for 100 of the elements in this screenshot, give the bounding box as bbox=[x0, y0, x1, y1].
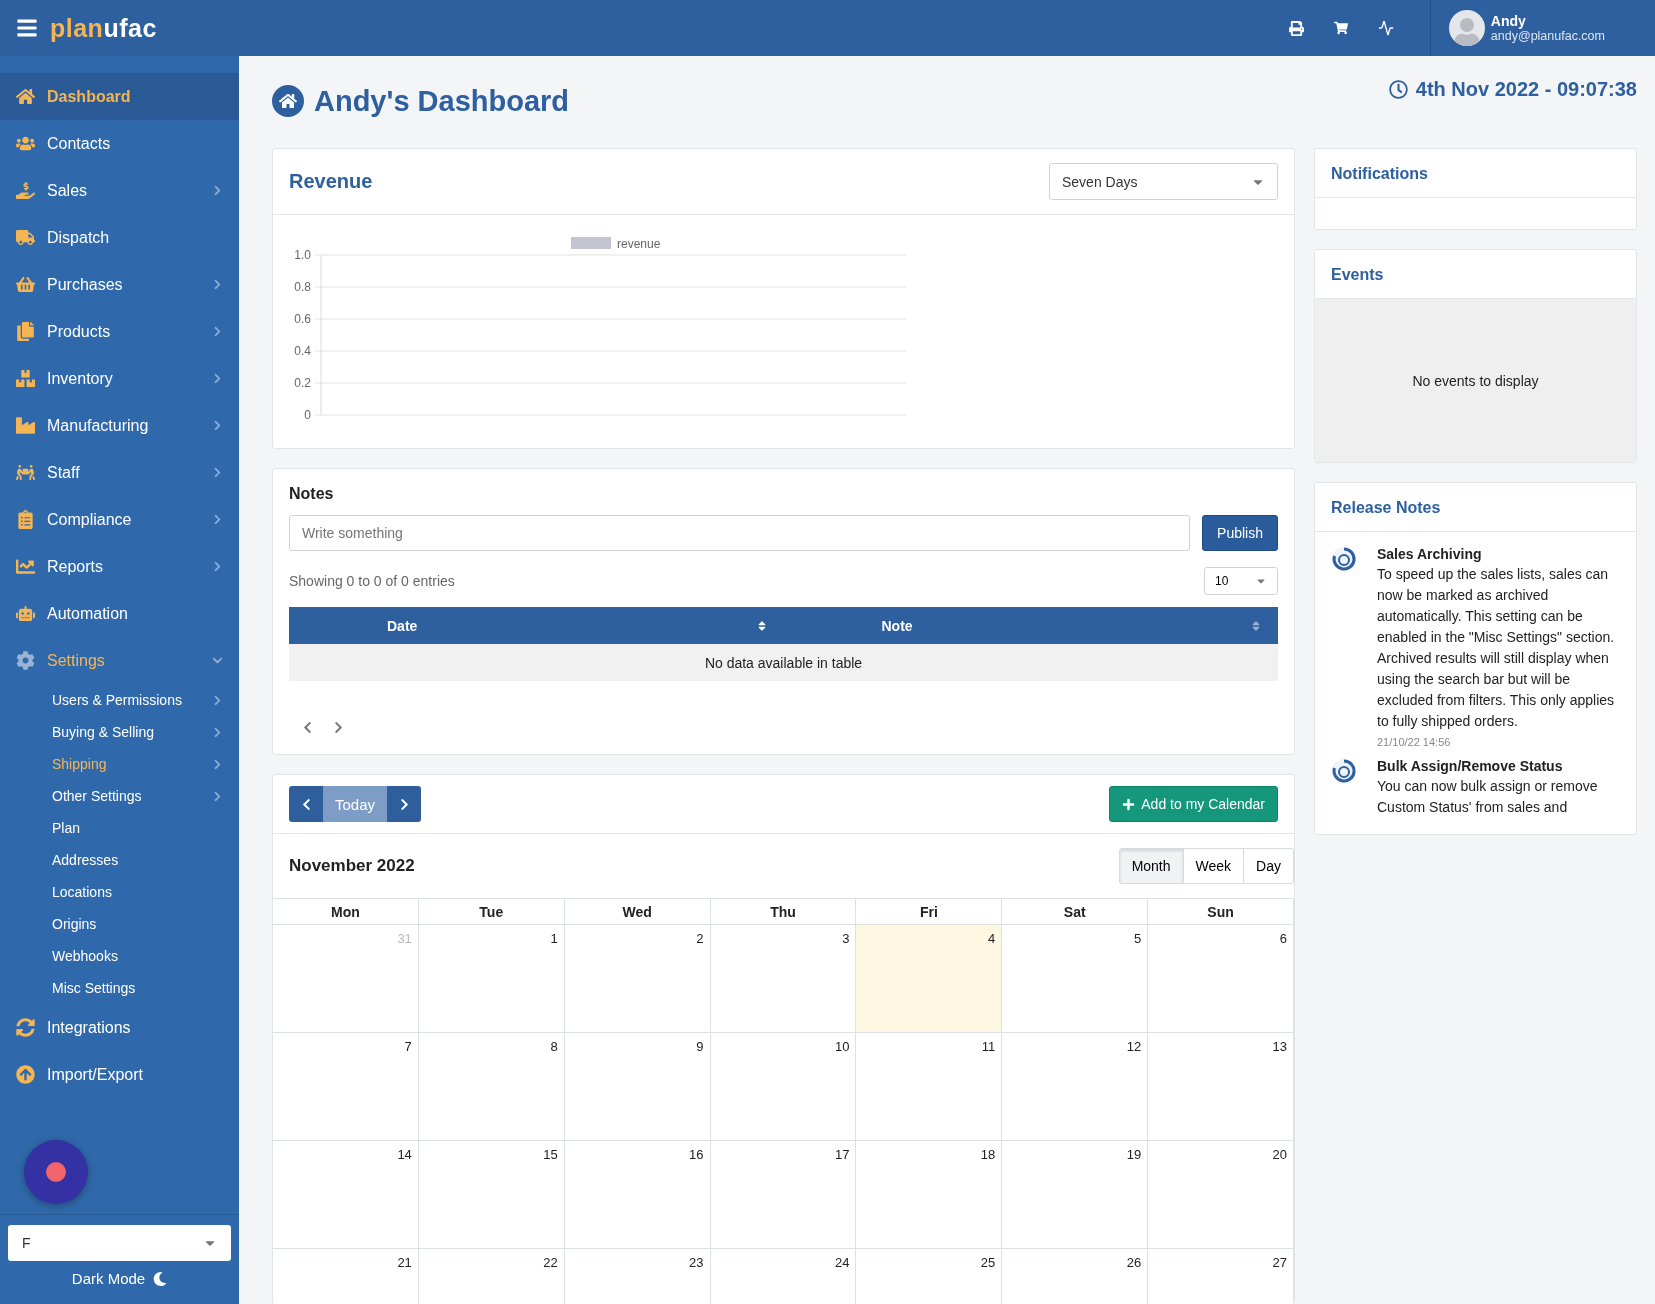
sidebar-item[interactable]: Inventory bbox=[0, 355, 239, 402]
day-number: 1 bbox=[550, 931, 558, 946]
sidebar-item[interactable]: Manufacturing bbox=[0, 402, 239, 449]
day-cell[interactable]: 3 bbox=[710, 925, 857, 1033]
day-cell[interactable]: 10 bbox=[710, 1033, 857, 1141]
day-cell[interactable]: 15 bbox=[418, 1141, 565, 1249]
previous-button[interactable] bbox=[289, 786, 323, 822]
day-cell[interactable]: 4 bbox=[856, 925, 1003, 1033]
pulse-icon[interactable] bbox=[1377, 20, 1394, 36]
sidebar-subitem[interactable]: Misc Settings bbox=[0, 972, 239, 1004]
release-note-date: 21/10/22 14:56 bbox=[1377, 736, 1452, 748]
day-number: 22 bbox=[543, 1255, 558, 1270]
sidebar-subitem[interactable]: Origins bbox=[0, 908, 239, 940]
column-header[interactable]: Date bbox=[387, 617, 418, 634]
sidebar-subitem[interactable]: Locations bbox=[0, 876, 239, 908]
day-number: 14 bbox=[397, 1147, 412, 1162]
day-cell[interactable]: 11 bbox=[856, 1033, 1003, 1141]
sidebar-subitem[interactable]: Webhooks bbox=[0, 940, 239, 972]
select-field[interactable]: F bbox=[8, 1225, 231, 1261]
user-name: Andy bbox=[1490, 13, 1527, 29]
chevron-right-icon bbox=[332, 721, 345, 734]
day-cell[interactable]: 16 bbox=[564, 1141, 711, 1249]
chevron-right-icon bbox=[212, 279, 223, 290]
menu-button[interactable] bbox=[16, 17, 38, 39]
sidebar-item[interactable]: Products bbox=[0, 308, 239, 355]
day-cell[interactable]: 13 bbox=[1148, 1033, 1294, 1141]
day-cell[interactable]: 6 bbox=[1148, 925, 1294, 1033]
upload-icon bbox=[16, 1065, 35, 1084]
sidebar-item[interactable]: Contacts bbox=[0, 120, 239, 167]
day-cell[interactable]: 9 bbox=[564, 1033, 711, 1141]
sidebar-item[interactable]: Dashboard bbox=[0, 73, 239, 120]
day-cell[interactable]: 2 bbox=[564, 925, 711, 1033]
day-number: 9 bbox=[696, 1039, 704, 1054]
chevron-right-icon bbox=[212, 467, 223, 478]
column-header[interactable]: Note bbox=[881, 617, 913, 634]
sidebar-subitem[interactable]: Plan bbox=[0, 812, 239, 844]
people-icon bbox=[16, 134, 35, 153]
day-cell[interactable]: 7 bbox=[273, 1033, 419, 1141]
logo-icon bbox=[1331, 546, 1357, 572]
release-note-title: Bulk Assign/Remove Status bbox=[1377, 758, 1564, 774]
period-dropdown[interactable]: Seven Days bbox=[1049, 163, 1278, 200]
avatar[interactable] bbox=[1448, 10, 1485, 46]
next-button[interactable] bbox=[387, 786, 422, 822]
sidebar-item[interactable]: Import/Export bbox=[0, 1051, 239, 1098]
page-size-select[interactable]: 10 bbox=[1204, 567, 1278, 595]
cart-icon[interactable] bbox=[1333, 21, 1348, 35]
truck-icon bbox=[16, 228, 35, 247]
day-cell[interactable]: 12 bbox=[1002, 1033, 1149, 1141]
hand-coin-icon bbox=[16, 181, 35, 200]
day-cell[interactable]: 14 bbox=[273, 1141, 419, 1249]
release-note-body: To speed up the sales lists, sales can now be marked as archived automatically. This setting can be enabled in the "Misc Settings" section. Archived results will still display when using the search bar but will be excluded from filters. This only applies to fully shipped orders. bbox=[1377, 565, 1616, 731]
day-number: 10 bbox=[834, 1039, 850, 1054]
sidebar-item[interactable]: Compliance bbox=[0, 496, 239, 543]
sidebar-subitem[interactable]: Addresses bbox=[0, 844, 239, 876]
dark-mode-toggle[interactable]: Dark Mode bbox=[65, 1269, 174, 1288]
card-title: Notifications bbox=[1331, 165, 1429, 183]
day-number: 4 bbox=[988, 931, 996, 946]
print-icon[interactable] bbox=[1288, 20, 1304, 36]
day-number: 19 bbox=[1126, 1147, 1142, 1162]
sort-icon[interactable] bbox=[1250, 619, 1262, 632]
sidebar-item[interactable]: Automation bbox=[0, 590, 239, 637]
axis-tick-label: 0.8 bbox=[294, 280, 311, 294]
day-cell[interactable]: 5 bbox=[1002, 925, 1149, 1033]
previous-button[interactable] bbox=[301, 721, 314, 734]
sidebar-item[interactable]: Reports bbox=[0, 543, 239, 590]
axis-tick-label: 0.4 bbox=[294, 344, 311, 358]
day-cell[interactable]: 17 bbox=[710, 1141, 857, 1249]
sidebar-item[interactable]: Integrations bbox=[0, 1004, 239, 1051]
day-cell[interactable]: 8 bbox=[418, 1033, 565, 1141]
day-cell[interactable]: 19 bbox=[1002, 1141, 1149, 1249]
view-button[interactable]: Month bbox=[1118, 848, 1184, 884]
day-number: 24 bbox=[834, 1255, 850, 1270]
day-number: 8 bbox=[550, 1039, 558, 1054]
sidebar-item[interactable]: Staff bbox=[0, 449, 239, 496]
empty-message: No data available in table bbox=[704, 654, 863, 671]
view-button[interactable]: Day bbox=[1243, 848, 1294, 884]
empty-message: No events to display bbox=[1412, 372, 1539, 389]
sidebar-item[interactable]: Sales bbox=[0, 167, 239, 214]
sidebar-subitem[interactable]: Buying & Selling bbox=[0, 716, 239, 748]
sidebar-subitem[interactable]: Users & Permissions bbox=[0, 684, 239, 716]
sidebar-item[interactable]: Purchases bbox=[0, 261, 239, 308]
day-cell[interactable]: 20 bbox=[1148, 1141, 1294, 1249]
record-button[interactable] bbox=[24, 1140, 88, 1204]
sidebar-subitem[interactable]: Other Settings bbox=[0, 780, 239, 812]
day-cell[interactable]: 21 bbox=[273, 1249, 419, 1304]
plus-icon bbox=[1122, 797, 1136, 811]
note-input[interactable]: Write something bbox=[289, 515, 1191, 551]
sidebar-item[interactable]: Dispatch bbox=[0, 214, 239, 261]
day-number: 25 bbox=[980, 1255, 996, 1270]
card-title: Events bbox=[1331, 266, 1385, 284]
date-time: 4th Nov 2022 - 09:07:38 bbox=[1415, 78, 1637, 101]
day-number: 20 bbox=[1272, 1147, 1287, 1162]
view-button[interactable]: Week bbox=[1182, 848, 1245, 884]
day-cell[interactable]: 1 bbox=[418, 925, 565, 1033]
day-cell[interactable]: 18 bbox=[856, 1141, 1003, 1249]
sync-icon bbox=[16, 1018, 35, 1037]
publish-button[interactable]: Publish bbox=[1202, 515, 1278, 551]
add-calendar-button[interactable]: Add to my Calendar bbox=[1109, 786, 1278, 822]
day-number: 26 bbox=[1126, 1255, 1142, 1270]
next-button[interactable] bbox=[332, 721, 345, 734]
